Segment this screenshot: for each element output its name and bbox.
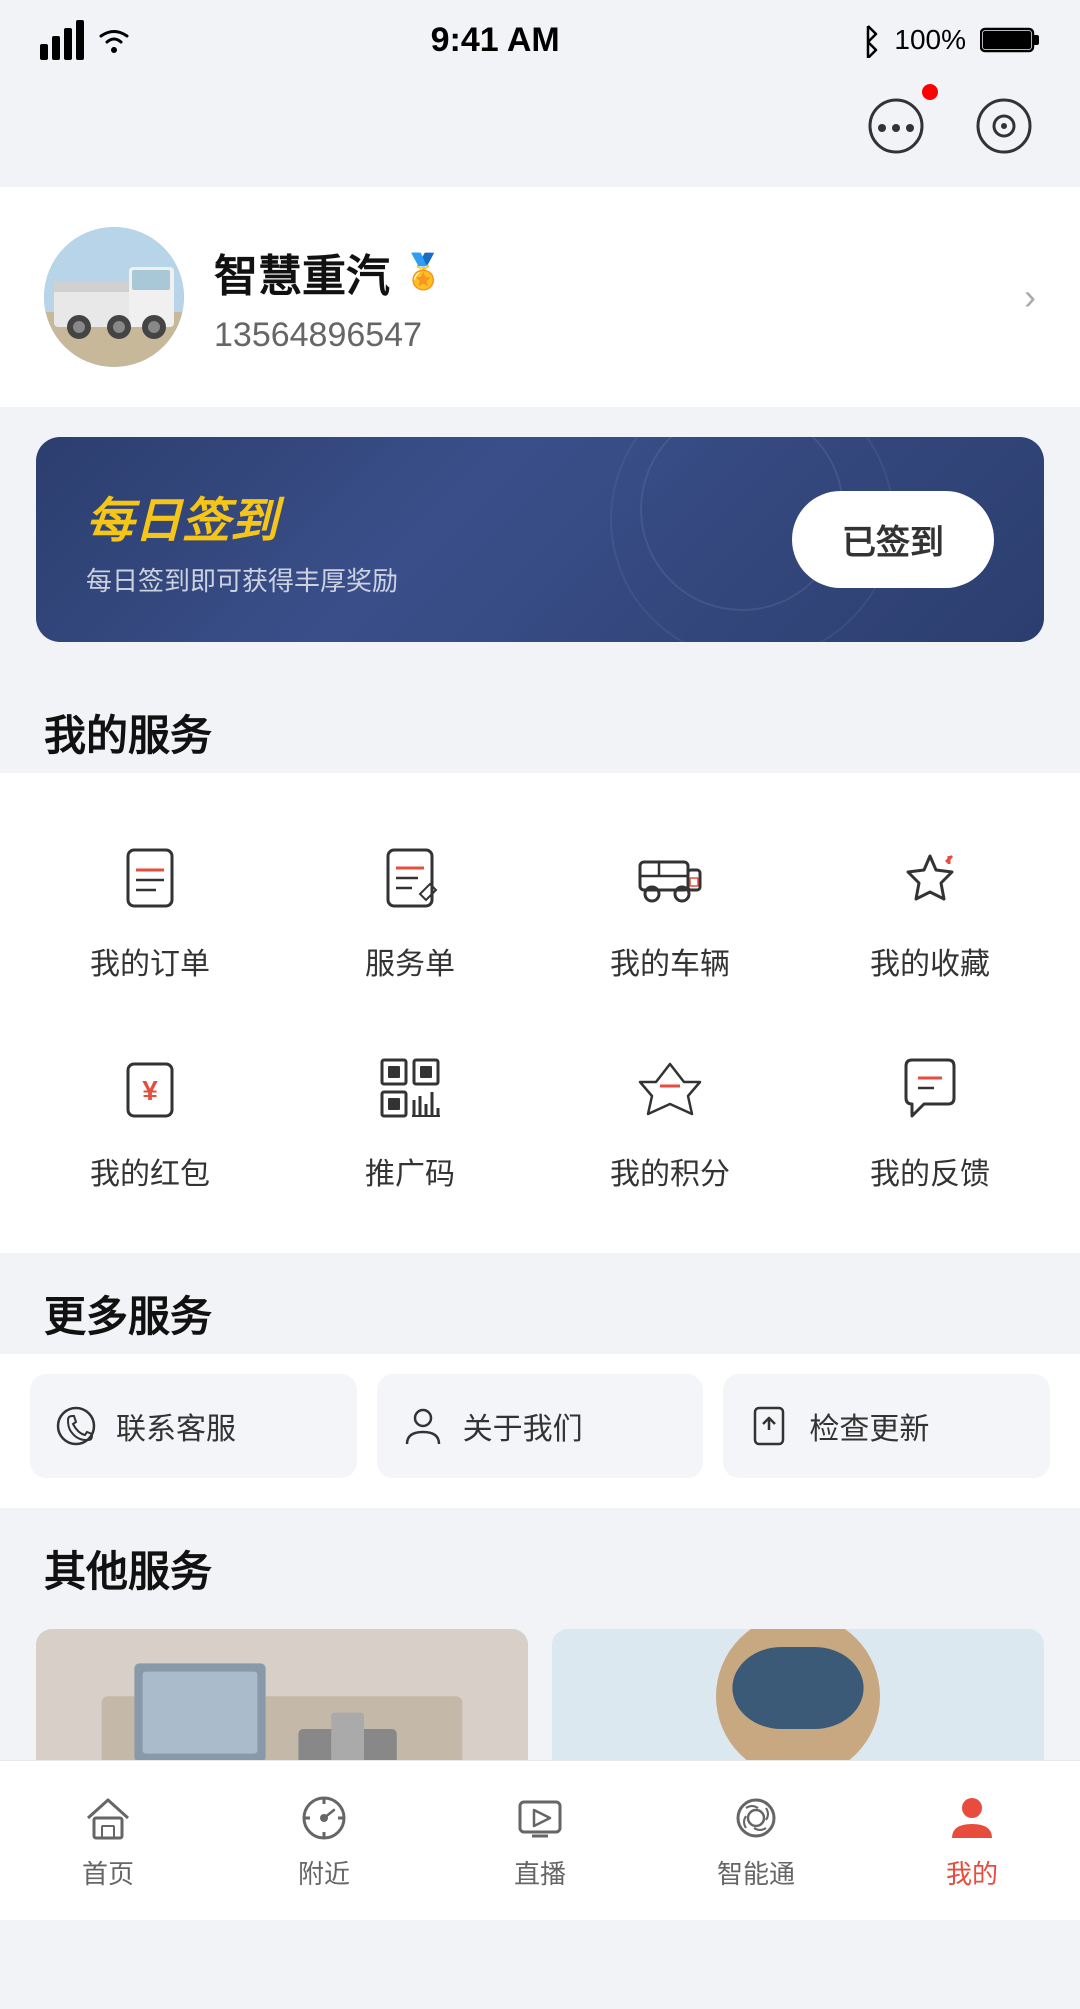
nav-label-home: 首页	[82, 1854, 134, 1891]
checkin-banner: 每日签到 每日签到即可获得丰厚奖励 已签到	[36, 437, 1044, 642]
smart-icon	[728, 1790, 784, 1846]
qrcode-icon-wrap	[365, 1043, 455, 1133]
scan-icon	[968, 90, 1040, 162]
service-order-label: 服务单	[365, 939, 455, 983]
about-label: 关于我们	[463, 1404, 583, 1448]
mine-icon	[944, 1790, 1000, 1846]
message-button[interactable]	[860, 90, 932, 167]
vehicle-label: 我的车辆	[610, 939, 730, 983]
vehicle-icon	[634, 842, 706, 914]
nav-item-smart[interactable]: 智能通	[676, 1790, 836, 1891]
service-item-order[interactable]: 我的订单	[20, 803, 280, 1013]
service-order-icon-wrap	[365, 833, 455, 923]
status-bar: 9:41 AM 100%	[0, 0, 1080, 80]
qrcode-label: 推广码	[365, 1149, 455, 1193]
crown-badge: 🏅	[402, 252, 444, 292]
feedback-icon	[894, 1052, 966, 1124]
service-item-feedback[interactable]: 我的反馈	[800, 1013, 1060, 1223]
nearby-icon	[296, 1790, 352, 1846]
redpacket-icon-wrap: ¥	[105, 1043, 195, 1133]
service-item-qrcode[interactable]: 推广码	[280, 1013, 540, 1223]
service-item-service-order[interactable]: 服务单	[280, 803, 540, 1013]
profile-section: 智慧重汽 🏅 13564896547 ›	[0, 187, 1080, 407]
qrcode-icon	[374, 1052, 446, 1124]
bottom-nav: 首页 附近 直播 智能通	[0, 1760, 1080, 1920]
favorites-icon-wrap	[885, 833, 975, 923]
bluetooth-icon	[856, 22, 880, 58]
more-service-item-update[interactable]: 检查更新	[723, 1374, 1050, 1478]
battery-icon	[980, 25, 1040, 55]
profile-chevron[interactable]: ›	[1024, 276, 1036, 318]
avatar-image	[44, 227, 184, 367]
nav-item-nearby[interactable]: 附近	[244, 1790, 404, 1891]
my-services-grid: 我的订单 服务单 我的车辆	[0, 773, 1080, 1253]
redpacket-icon: ¥	[114, 1052, 186, 1124]
scan-button[interactable]	[968, 90, 1040, 167]
status-right: 100%	[856, 22, 1040, 58]
service-item-favorites[interactable]: 我的收藏	[800, 803, 1060, 1013]
more-service-item-about[interactable]: 关于我们	[377, 1374, 704, 1478]
nav-label-smart: 智能通	[717, 1854, 795, 1891]
points-label: 我的积分	[610, 1149, 730, 1193]
nav-label-live: 直播	[514, 1854, 566, 1891]
update-icon	[747, 1404, 791, 1448]
signal-icon	[40, 20, 84, 60]
favorites-label: 我的收藏	[870, 939, 990, 983]
checkin-subtitle: 每日签到即可获得丰厚奖励	[86, 561, 398, 598]
service-item-redpacket[interactable]: ¥ 我的红包	[20, 1013, 280, 1223]
feedback-label: 我的反馈	[870, 1149, 990, 1193]
profile-name-row: 智慧重汽 🏅	[214, 240, 444, 304]
live-icon	[512, 1790, 568, 1846]
order-label: 我的订单	[90, 939, 210, 983]
message-badge	[922, 84, 938, 100]
nav-item-live[interactable]: 直播	[460, 1790, 620, 1891]
update-label: 检查更新	[809, 1404, 929, 1448]
nav-item-home[interactable]: 首页	[28, 1790, 188, 1891]
order-icon-wrap	[105, 833, 195, 923]
wifi-icon	[94, 25, 134, 55]
home-icon	[80, 1790, 136, 1846]
feedback-icon-wrap	[885, 1043, 975, 1133]
more-services-grid: 联系客服 关于我们 检查更新	[0, 1354, 1080, 1508]
top-icons-row	[0, 80, 1080, 187]
nav-item-mine[interactable]: 我的	[892, 1790, 1052, 1891]
service-item-vehicle[interactable]: 我的车辆	[540, 803, 800, 1013]
order-icon	[114, 842, 186, 914]
about-icon	[401, 1404, 445, 1448]
service-order-icon	[374, 842, 446, 914]
checkin-button[interactable]: 已签到	[792, 491, 994, 588]
checkin-title: 每日签到	[86, 481, 398, 551]
vehicle-icon-wrap	[625, 833, 715, 923]
nav-label-mine: 我的	[946, 1854, 998, 1891]
service-item-points[interactable]: 我的积分	[540, 1013, 800, 1223]
favorites-icon	[894, 842, 966, 914]
time-display: 9:41 AM	[431, 21, 560, 60]
battery-percent: 100%	[894, 24, 966, 56]
avatar[interactable]	[44, 227, 184, 367]
contact-label: 联系客服	[116, 1404, 236, 1448]
profile-info: 智慧重汽 🏅 13564896547	[214, 240, 444, 355]
more-services-title: 更多服务	[0, 1253, 1080, 1354]
username-text: 智慧重汽	[214, 240, 390, 304]
status-left	[40, 20, 134, 60]
points-icon-wrap	[625, 1043, 715, 1133]
other-services-title: 其他服务	[0, 1508, 1080, 1609]
phone-icon	[54, 1404, 98, 1448]
profile-phone: 13564896547	[214, 316, 444, 355]
my-services-title: 我的服务	[0, 672, 1080, 773]
points-icon	[634, 1052, 706, 1124]
redpacket-label: 我的红包	[90, 1149, 210, 1193]
nav-label-nearby: 附近	[298, 1854, 350, 1891]
more-service-item-contact[interactable]: 联系客服	[30, 1374, 357, 1478]
message-icon	[860, 90, 932, 162]
checkin-text: 每日签到 每日签到即可获得丰厚奖励	[86, 481, 398, 598]
svg-text:¥: ¥	[142, 1075, 158, 1106]
profile-left: 智慧重汽 🏅 13564896547	[44, 227, 444, 367]
